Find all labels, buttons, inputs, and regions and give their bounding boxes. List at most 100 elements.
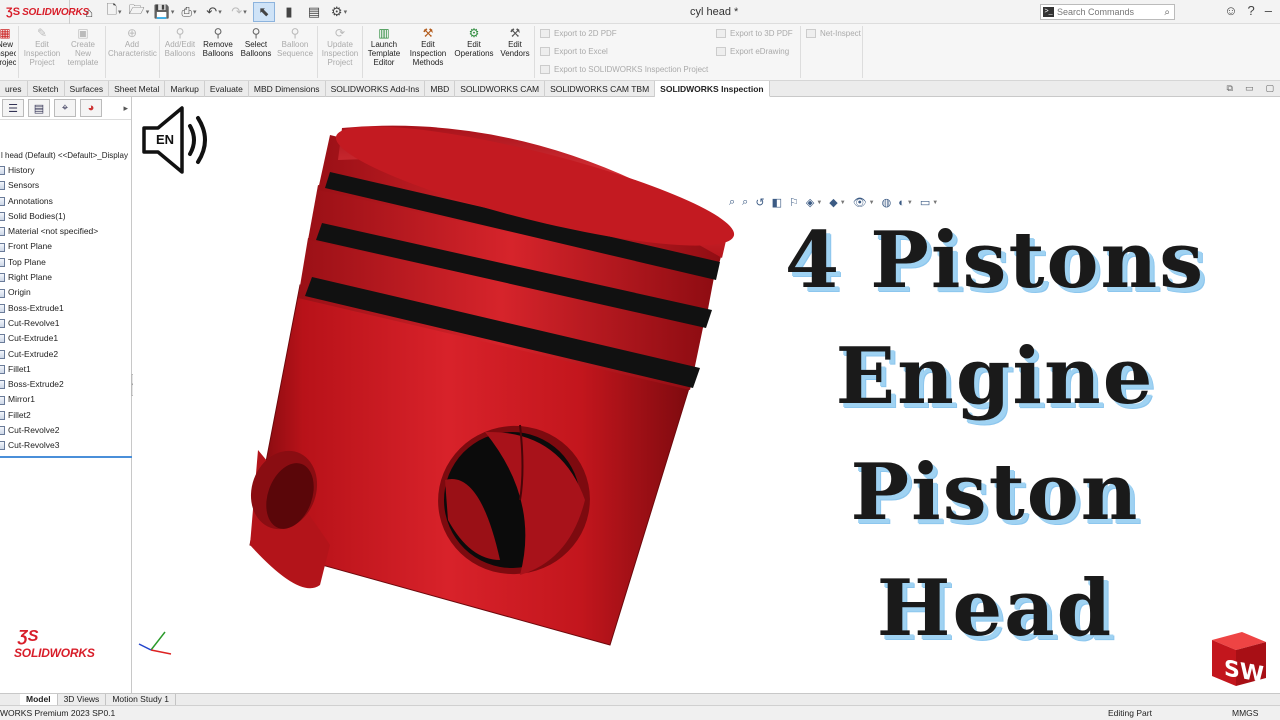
feature-tree-item[interactable]: Cut-Revolve2 xyxy=(0,423,131,438)
tab-mbd-dimensions[interactable]: MBD Dimensions xyxy=(249,81,326,97)
redo-icon[interactable]: ↷ ▾ xyxy=(228,2,250,22)
property-manager-icon[interactable]: ▤ xyxy=(28,99,50,117)
edit-inspection-methods-button[interactable]: ⚒ Edit Inspection Methods xyxy=(406,26,450,67)
feature-icon xyxy=(0,441,5,451)
solidworks-menu-logo[interactable]: ƷS SOLIDWORKS xyxy=(0,0,89,24)
feature-tree-item[interactable]: Mirror1 xyxy=(0,392,131,407)
save-icon[interactable]: 💾 ▾ xyxy=(153,2,175,22)
feature-icon xyxy=(0,166,5,176)
file-properties-icon[interactable]: ▤ xyxy=(303,2,325,22)
new-inspection-project-button[interactable]: ▦ New Inspection Project xyxy=(0,26,16,67)
feature-tree-item[interactable]: Cut-Extrude2 xyxy=(0,347,131,362)
feature-tree-item[interactable]: Fillet1 xyxy=(0,362,131,377)
sw-cube-icon: SW xyxy=(1212,632,1266,688)
options-gear-icon[interactable]: ⚙ ▾ xyxy=(328,2,350,22)
feature-icon xyxy=(0,395,5,405)
tab-features[interactable]: ures xyxy=(0,81,28,97)
feature-tree-item[interactable]: Fillet2 xyxy=(0,408,131,423)
feature-tree-item[interactable]: Top Plane xyxy=(0,255,131,270)
panel-arrow-icon[interactable]: ▸ xyxy=(123,103,128,114)
solidworks-logo-text: SOLIDWORKS xyxy=(14,646,95,660)
select-cursor-icon[interactable]: ⬉ xyxy=(253,2,275,22)
net-inspect-button[interactable]: Net-Inspect xyxy=(806,29,861,38)
vendors-icon: ⚒ xyxy=(509,26,521,40)
tab-solidworks-inspection[interactable]: SOLIDWORKS Inspection xyxy=(655,81,770,97)
feature-tree-item-label: Boss-Extrude2 xyxy=(8,379,64,390)
operations-icon: ⚙ xyxy=(468,26,480,40)
feature-tree-item-label: History xyxy=(8,165,35,175)
update-inspection-project-button[interactable]: ⟳ Update Inspection Project xyxy=(320,26,360,67)
open-folder-icon[interactable]: 🗁 ▾ xyxy=(128,2,150,22)
feature-tree-item[interactable]: Sensors xyxy=(0,178,131,193)
restore-icon[interactable]: ⧉ xyxy=(1227,83,1233,94)
feature-icon xyxy=(0,380,5,390)
home-icon[interactable]: ⌂ xyxy=(78,2,100,22)
remove-balloon-icon: ⚲ xyxy=(213,26,223,40)
export-edrawing-button[interactable]: Export eDrawing xyxy=(716,47,789,56)
create-template-button[interactable]: ▣ Create New template xyxy=(64,26,102,67)
maximize-doc-icon[interactable]: ▢ xyxy=(1265,83,1274,94)
part-root-node[interactable]: l head (Default) <<Default>_Display xyxy=(0,148,131,163)
select-balloons-button[interactable]: ⚲ Select Balloons xyxy=(238,26,274,58)
undo-icon[interactable]: ↶ ▾ xyxy=(203,2,225,22)
print-icon[interactable]: ⎙ ▾ xyxy=(178,2,200,22)
ribbon-label: Launch Template Editor xyxy=(367,40,401,67)
feature-tree-item[interactable]: Cut-Revolve3 xyxy=(0,438,131,453)
rollback-bar[interactable] xyxy=(0,455,132,458)
tab-sketch[interactable]: Sketch xyxy=(28,81,65,97)
minimize-doc-icon[interactable]: ▭ xyxy=(1245,83,1254,94)
feature-tree-item[interactable]: Boss-Extrude1 xyxy=(0,301,131,316)
balloon-sequence-button[interactable]: ⚲ Balloon Sequence xyxy=(276,26,314,58)
tab-mbd[interactable]: MBD xyxy=(425,81,456,97)
export-2d-pdf-button[interactable]: Export to 2D PDF xyxy=(540,29,617,38)
export-excel-button[interactable]: Export to Excel xyxy=(540,47,608,56)
add-edit-balloons-button[interactable]: ⚲ Add/Edit Balloons xyxy=(162,26,198,58)
search-commands-input[interactable]: >_ Search Commands ⌕ xyxy=(1040,4,1175,20)
units-status[interactable]: MMGS xyxy=(1232,706,1258,720)
feature-tree-item[interactable]: Solid Bodies(1) xyxy=(0,209,131,224)
feature-tree-item[interactable]: Material <not specified> xyxy=(0,224,131,239)
status-bar: WORKS Premium 2023 SP0.1 Editing Part MM… xyxy=(0,705,1280,720)
feature-tree-item[interactable]: Annotations xyxy=(0,194,131,209)
new-document-icon[interactable]: 🗋 ▾ xyxy=(103,2,125,22)
feature-tree-item-label: Cut-Extrude2 xyxy=(8,348,59,359)
add-characteristic-button[interactable]: ⊕ Add Characteristic xyxy=(108,26,157,58)
edit-inspection-project-button[interactable]: ✎ Edit Inspection Project xyxy=(22,26,62,67)
ribbon-label: Add Characteristic xyxy=(108,40,157,58)
configuration-manager-icon[interactable]: ⌖ xyxy=(54,99,76,117)
tab-markup[interactable]: Markup xyxy=(165,81,205,97)
tab-sheet-metal[interactable]: Sheet Metal xyxy=(109,81,166,97)
feature-tree-item[interactable]: Right Plane xyxy=(0,270,131,285)
remove-balloons-button[interactable]: ⚲ Remove Balloons xyxy=(200,26,236,58)
ribbon-label: New Inspection Project xyxy=(0,40,16,67)
edit-vendors-button[interactable]: ⚒ Edit Vendors xyxy=(498,26,532,58)
minimize-icon[interactable]: – xyxy=(1265,3,1272,18)
tab-solidworks-add-ins[interactable]: SOLIDWORKS Add-Ins xyxy=(326,81,426,97)
search-icon[interactable]: ⌕ xyxy=(1164,7,1170,18)
template-icon: ▣ xyxy=(77,26,89,40)
feature-tree-icon[interactable]: ☰ xyxy=(2,99,24,117)
feature-tree-item[interactable]: Cut-Revolve1 xyxy=(0,316,131,331)
feature-tree-item[interactable]: Cut-Extrude1 xyxy=(0,331,131,346)
feature-tree-item[interactable]: History xyxy=(0,163,131,178)
export-inspection-project-button[interactable]: Export to SOLIDWORKS Inspection Project xyxy=(540,65,708,74)
launch-template-editor-button[interactable]: ▥ Launch Template Editor xyxy=(364,26,404,67)
feature-tree-item[interactable]: Boss-Extrude2 xyxy=(0,377,131,392)
feature-tree-item[interactable]: Origin xyxy=(0,285,131,300)
export-3d-pdf-button[interactable]: Export to 3D PDF xyxy=(716,29,793,38)
export-edrawing-label: Export eDrawing xyxy=(730,47,790,56)
tab-evaluate[interactable]: Evaluate xyxy=(205,81,249,97)
tab-solidworks-cam-tbm[interactable]: SOLIDWORKS CAM TBM xyxy=(545,81,656,97)
user-account-icon[interactable]: ☺ xyxy=(1224,3,1237,18)
pdf-icon xyxy=(540,29,550,38)
traffic-light-icon[interactable]: ▮ xyxy=(278,2,300,22)
edit-operations-button[interactable]: ⚙ Edit Operations xyxy=(452,26,496,58)
tab-surfaces[interactable]: Surfaces xyxy=(65,81,110,97)
ds-logo-icon: ƷS xyxy=(18,628,39,645)
tab-solidworks-cam[interactable]: SOLIDWORKS CAM xyxy=(455,81,546,97)
help-icon[interactable]: ? xyxy=(1248,3,1255,18)
display-manager-icon[interactable]: ◕ xyxy=(80,99,102,117)
feature-tree-item[interactable]: Front Plane xyxy=(0,239,131,254)
feature-tree-item-label: Origin xyxy=(8,287,31,298)
editing-mode-status: Editing Part xyxy=(1108,708,1152,718)
